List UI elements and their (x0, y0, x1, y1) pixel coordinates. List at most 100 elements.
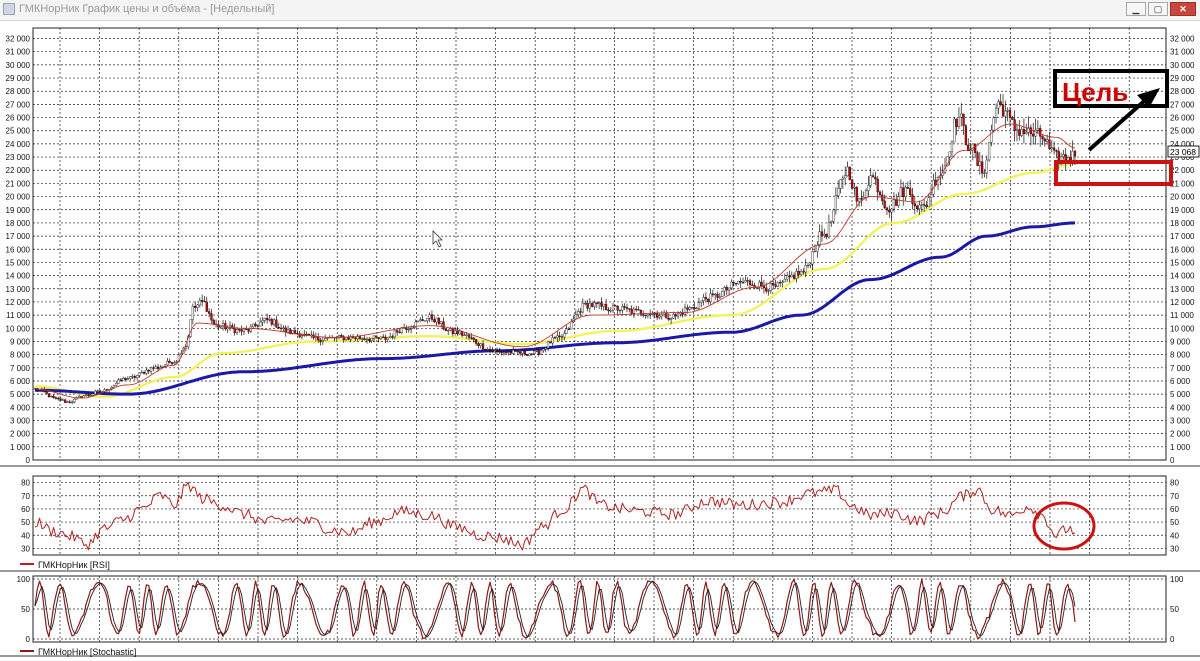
candle-body (384, 336, 387, 340)
candle-body (502, 352, 506, 354)
candle-body (616, 306, 619, 311)
candle-body (1029, 127, 1033, 135)
candle-body (792, 274, 796, 279)
y-tick-label-left: 15 000 (6, 258, 31, 267)
y-tick-label-right: 19 000 (1170, 206, 1195, 215)
candle-body (98, 390, 102, 392)
candle-body (844, 175, 847, 179)
candle-body (560, 336, 564, 338)
candle-body (962, 113, 965, 126)
candle-body (396, 330, 399, 333)
y-tick-label-left: 23 000 (6, 153, 31, 162)
candle-body (890, 208, 893, 213)
y-tick-label-right: 8 000 (1170, 351, 1191, 360)
candle-body (175, 361, 178, 363)
candle-body (419, 319, 422, 322)
candle-body (690, 306, 694, 309)
candle-body (52, 395, 55, 398)
y-tick-label-left: 20 000 (6, 193, 31, 202)
candle-body (776, 282, 779, 287)
y-tick-label-left: 14 000 (6, 272, 31, 281)
y-tick-label-left: 28 000 (6, 87, 31, 96)
candle-body (1018, 129, 1021, 136)
candle-body (1064, 154, 1067, 161)
candle-body (481, 343, 485, 350)
candle-body (839, 179, 842, 189)
candle-body (409, 328, 413, 330)
close-button[interactable]: ✕ (1170, 2, 1196, 16)
candle-body (816, 245, 819, 252)
candle-body (857, 198, 861, 202)
candle-body (971, 143, 974, 151)
candle-body (864, 190, 868, 198)
y-tick-label-right: 31 000 (1170, 48, 1195, 57)
y-tick-label-right: 0 (1170, 635, 1175, 644)
y-tick-label-left: 50 (21, 605, 30, 614)
candle-body (354, 337, 357, 339)
candle-body (467, 334, 471, 338)
candle-body (430, 314, 434, 320)
minimize-button[interactable]: ▁ (1126, 2, 1146, 16)
candle-body (700, 300, 703, 303)
candle-body (138, 372, 141, 376)
y-tick-label-right: 30 (1170, 544, 1179, 553)
candle-body (997, 101, 1000, 109)
y-tick-label-left: 18 000 (6, 219, 31, 228)
y-tick-label-right: 80 (1170, 479, 1179, 488)
candle-body (714, 293, 717, 296)
candle-body (1073, 150, 1077, 157)
candle-body (665, 312, 668, 319)
candle-body (80, 396, 83, 398)
y-tick-label-left: 25 000 (6, 127, 31, 136)
candle-body (493, 350, 496, 352)
y-tick-label-right: 30 000 (1170, 61, 1195, 70)
y-tick-label-left: 13 000 (6, 285, 31, 294)
y-tick-label-right: 20 000 (1170, 193, 1195, 202)
candle-body (1041, 136, 1044, 140)
candle-body (734, 283, 738, 285)
candle-body (1046, 139, 1049, 142)
candle-body (790, 274, 793, 278)
candle-body (567, 328, 571, 330)
candle-body (992, 117, 995, 131)
candle-body (693, 306, 696, 309)
candle-body (488, 348, 492, 351)
maximize-button[interactable]: ▢ (1148, 2, 1168, 16)
y-tick-label-left: 24 000 (6, 140, 31, 149)
candle-body (841, 177, 844, 180)
y-tick-label-right: 22 000 (1170, 166, 1195, 175)
candle-body (556, 335, 559, 339)
candle-body (922, 204, 926, 206)
candle-body (115, 383, 118, 386)
candle-body (1008, 110, 1012, 118)
candle-body (1055, 150, 1058, 152)
candle-body (226, 327, 229, 330)
y-tick-label-right: 25 000 (1170, 127, 1195, 136)
y-tick-label-right: 21 000 (1170, 179, 1195, 188)
candle-body (783, 278, 786, 283)
candle-body (739, 281, 742, 283)
candle-body (266, 317, 269, 321)
candle-body (883, 200, 886, 209)
candle-body (474, 339, 478, 344)
candle-body (129, 376, 132, 379)
candle-body (999, 101, 1002, 105)
candle-body (695, 308, 698, 310)
candle-body (337, 335, 341, 338)
chart-canvas: 0 0 1 000 1 000 2 000 2 000 3 000 3 000 4 000 4 0… (0, 21, 1200, 661)
y-tick-label-right: 14 000 (1170, 272, 1195, 281)
candle-body (319, 339, 322, 343)
candle-body (658, 315, 661, 318)
candle-body (194, 306, 197, 308)
candle-body (855, 186, 858, 202)
y-tick-label-left: 1 000 (10, 443, 31, 452)
y-tick-label-left: 8 000 (10, 351, 31, 360)
candle-body (558, 335, 561, 337)
candle-body (974, 143, 977, 153)
candle-body (637, 309, 640, 311)
rsi-legend: ГМКНорНик [RSI] (38, 560, 110, 570)
candle-body (500, 351, 503, 354)
candle-body (207, 311, 211, 314)
candle-body (64, 399, 67, 403)
y-tick-label-left: 32 000 (6, 35, 31, 44)
